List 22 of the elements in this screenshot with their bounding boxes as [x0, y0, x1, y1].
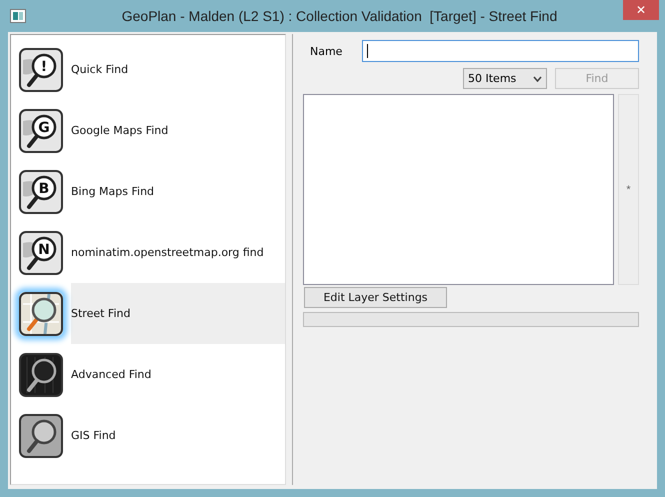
items-dropdown[interactable]: 50 Items	[463, 68, 547, 89]
magnifier-icon	[19, 414, 63, 458]
app-icon	[10, 9, 26, 23]
magnifier-icon: B	[19, 170, 63, 214]
chevron-down-icon	[533, 76, 542, 82]
finder-item[interactable]: Advanced Find	[11, 344, 285, 405]
magnifier-icon: G	[19, 108, 63, 152]
side-button[interactable]: *	[618, 94, 639, 285]
magnifier-icon	[19, 292, 63, 336]
window-title: GeoPlan - Malden (L2 S1) : Collection Validation [Target] - Street Find	[120, 8, 558, 24]
magnifier-icon: N	[19, 230, 63, 274]
finder-item[interactable]: B Bing Maps Find	[11, 161, 285, 222]
edit-layer-settings-button[interactable]: Edit Layer Settings	[304, 287, 447, 308]
name-field[interactable]	[362, 40, 639, 62]
finder-item[interactable]: ! Quick Find	[11, 39, 285, 100]
finder-item[interactable]: N nominatim.openstreetmap.org find	[11, 222, 285, 283]
magnifier-icon	[19, 352, 63, 396]
finder-item[interactable]: GIS Find	[11, 405, 285, 466]
close-button[interactable]: ✕	[623, 0, 659, 20]
finder-item[interactable]: G Google Maps Find	[11, 100, 285, 161]
name-label: Name	[309, 44, 344, 58]
magnifier-icon: !	[19, 48, 63, 92]
